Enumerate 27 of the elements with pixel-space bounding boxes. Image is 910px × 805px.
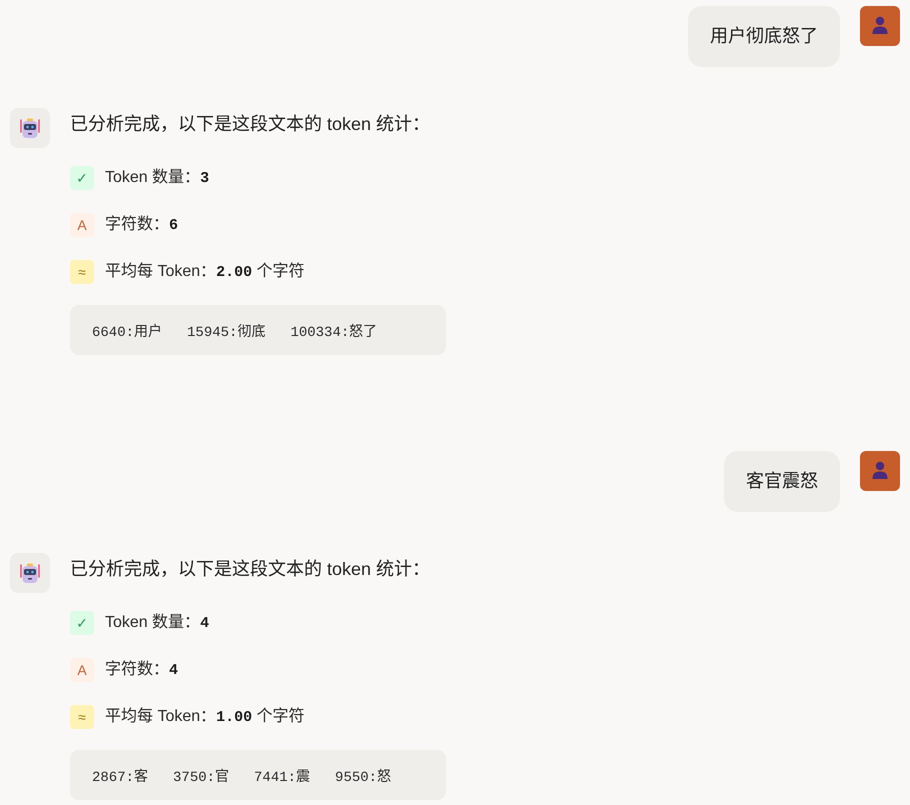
token-label: 100334:怒了 [290, 322, 378, 340]
stat-text: Token 数量：3 [105, 167, 210, 188]
user-message: 客官震怒 [724, 451, 840, 512]
token-label: 15945:彻底 [187, 323, 266, 340]
user-avatar-icon [860, 6, 900, 46]
stat-text: 字符数：4 [105, 659, 178, 680]
token-label: 7441:震 [254, 768, 310, 786]
bot-message-text: 已分析完成，以下是这段文本的 token 统计： [70, 558, 432, 581]
user-avatar-icon [860, 451, 900, 491]
check-icon: ✓ [70, 166, 94, 190]
user-message: 用户彻底怒了 [688, 6, 840, 67]
token-label: 6640:用户 [92, 322, 162, 340]
bot-message-text: 已分析完成，以下是这段文本的 token 统计： [70, 113, 432, 136]
stat-text: 字符数：6 [105, 214, 178, 236]
approx-icon: ≈ [70, 260, 94, 284]
check-icon: ✓ [70, 611, 94, 635]
robot-avatar-icon [10, 553, 50, 593]
stat-text: 平均每 Token：1.00 个字符 [105, 706, 305, 728]
stat-text: Token 数量：4 [105, 612, 210, 634]
token-label: 3750:官 [173, 768, 230, 786]
token-label: 9550:怒 [335, 768, 392, 786]
letter-a-icon: A [70, 658, 94, 682]
robot-avatar-icon [10, 108, 50, 148]
stat-text: 平均每 Token：2.00 个字符 [105, 261, 305, 282]
token-label: 2867:客 [92, 768, 148, 786]
approx-icon: ≈ [70, 705, 94, 729]
letter-a-icon: A [70, 213, 94, 237]
